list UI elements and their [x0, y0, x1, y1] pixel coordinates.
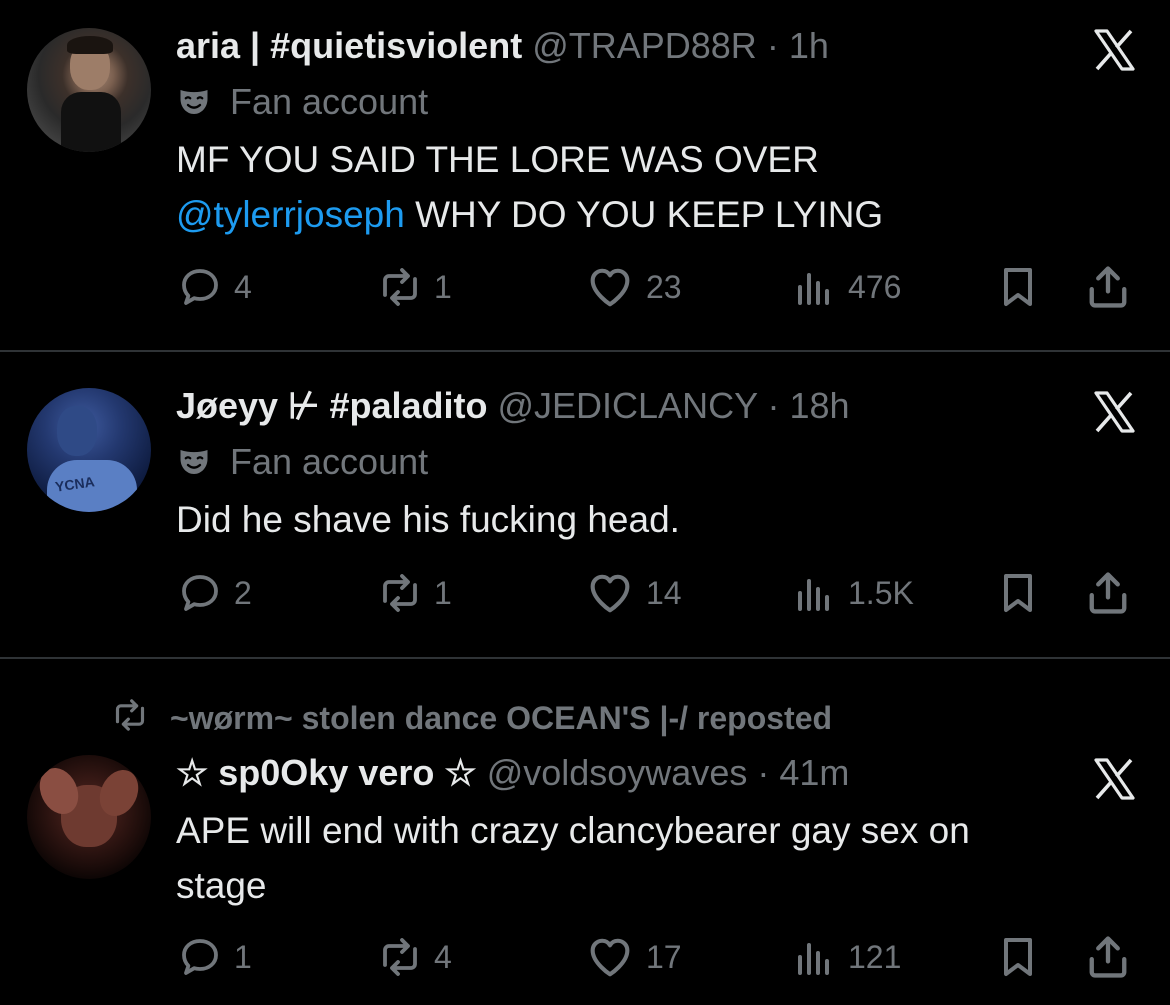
tweet-text: MF YOU SAID THE LORE WAS OVER @tylerrjos… — [176, 132, 1136, 242]
tweet-text: Did he shave his fucking head. — [176, 492, 1136, 547]
bookmark-button[interactable] — [994, 932, 1052, 982]
tweet-text-segment: WHY DO YOU KEEP LYING — [404, 194, 884, 235]
timestamp[interactable]: · 18h — [767, 385, 849, 426]
mask-icon — [176, 84, 212, 120]
bookmark-button[interactable] — [994, 262, 1052, 312]
repost-icon — [376, 933, 424, 981]
tweet[interactable]: aria | #quietisviolent @TRAPD88R · 1h Fa… — [0, 0, 1170, 350]
x-logo-icon[interactable] — [1088, 388, 1140, 436]
views-button[interactable]: 121 — [790, 932, 901, 982]
account-label: Fan account — [176, 80, 428, 124]
bookmark-icon — [994, 569, 1042, 617]
bookmark-button[interactable] — [994, 568, 1052, 618]
like-button[interactable]: 14 — [584, 568, 682, 618]
reply-button[interactable]: 2 — [176, 568, 252, 618]
tweet[interactable]: YCNA Jøeyy ⊬ #paladito @JEDICLANCY · 18h… — [0, 352, 1170, 657]
repost-context[interactable]: ~wørm~ stolen dance OCEAN'S |-/ reposted — [110, 695, 832, 738]
tweet-header: Jøeyy ⊬ #paladito @JEDICLANCY · 18h — [176, 384, 850, 428]
reply-count: 2 — [234, 574, 252, 611]
avatar[interactable] — [27, 755, 151, 879]
like-count: 14 — [646, 574, 682, 611]
tweet-header: aria | #quietisviolent @TRAPD88R · 1h — [176, 24, 829, 68]
views-icon — [790, 569, 838, 617]
share-button[interactable] — [1082, 262, 1144, 312]
repost-count: 4 — [434, 938, 452, 975]
reply-icon — [176, 933, 224, 981]
tweet-text: APE will end with crazy clancybearer gay… — [176, 803, 1136, 913]
reply-count: 4 — [234, 268, 252, 305]
repost-icon — [376, 263, 424, 311]
mention-link[interactable]: @tylerrjoseph — [176, 194, 405, 235]
tweet-text-line: APE will end with crazy clancybearer gay… — [176, 810, 970, 851]
display-name[interactable]: Jøeyy ⊬ #paladito — [176, 385, 487, 426]
repost-count: 1 — [434, 268, 452, 305]
share-button[interactable] — [1082, 932, 1144, 982]
account-label-text: Fan account — [230, 81, 429, 122]
x-logo-icon[interactable] — [1088, 755, 1140, 803]
display-name[interactable]: ☆ sp0Oky vero ☆ — [176, 752, 477, 793]
action-bar: 2 1 14 1.5K — [176, 568, 1136, 618]
timestamp[interactable]: · 41m — [757, 752, 849, 793]
tweet-header: ☆ sp0Oky vero ☆ @voldsoywaves · 41m — [176, 751, 849, 795]
reply-button[interactable]: 1 — [176, 932, 252, 982]
tweet-text-line: Did he shave his fucking head. — [176, 499, 680, 540]
like-button[interactable]: 17 — [584, 932, 682, 982]
views-button[interactable]: 476 — [790, 262, 901, 312]
reply-button[interactable]: 4 — [176, 262, 252, 312]
view-count: 1.5K — [848, 574, 914, 611]
tweet-text-line: MF YOU SAID THE LORE WAS OVER — [176, 139, 819, 180]
view-count: 476 — [848, 268, 902, 305]
reply-icon — [176, 569, 224, 617]
repost-button[interactable]: 1 — [376, 262, 452, 312]
repost-button[interactable]: 1 — [376, 568, 452, 618]
view-count: 121 — [848, 938, 902, 975]
tweet[interactable]: ~wørm~ stolen dance OCEAN'S |-/ reposted… — [0, 659, 1170, 1005]
heart-icon — [584, 261, 636, 313]
like-count: 17 — [646, 938, 682, 975]
reply-icon — [176, 263, 224, 311]
display-name[interactable]: aria | #quietisviolent — [176, 25, 522, 66]
like-button[interactable]: 23 — [584, 262, 682, 312]
action-bar: 4 1 23 476 — [176, 262, 1136, 312]
bookmark-icon — [994, 263, 1042, 311]
timestamp[interactable]: · 1h — [767, 25, 829, 66]
views-icon — [790, 933, 838, 981]
repost-icon — [110, 695, 150, 735]
mask-icon — [176, 444, 212, 480]
share-button[interactable] — [1082, 568, 1144, 618]
action-bar: 1 4 17 121 — [176, 932, 1136, 982]
avatar[interactable] — [27, 28, 151, 152]
user-handle[interactable]: @voldsoywaves — [487, 752, 748, 793]
views-icon — [790, 263, 838, 311]
repost-count: 1 — [434, 574, 452, 611]
bookmark-icon — [994, 933, 1042, 981]
repost-context-text: ~wørm~ stolen dance OCEAN'S |-/ reposted — [170, 700, 833, 736]
views-button[interactable]: 1.5K — [790, 568, 914, 618]
repost-icon — [376, 569, 424, 617]
user-handle[interactable]: @TRAPD88R — [532, 25, 757, 66]
avatar[interactable]: YCNA — [27, 388, 151, 512]
tweet-text-line: @tylerrjoseph WHY DO YOU KEEP LYING — [176, 187, 1136, 242]
heart-icon — [584, 567, 636, 619]
share-icon — [1082, 567, 1134, 619]
tweet-text-line: stage — [176, 865, 267, 906]
heart-icon — [584, 931, 636, 983]
share-icon — [1082, 931, 1134, 983]
share-icon — [1082, 261, 1134, 313]
user-handle[interactable]: @JEDICLANCY — [497, 385, 757, 426]
repost-button[interactable]: 4 — [376, 932, 452, 982]
x-logo-icon[interactable] — [1088, 26, 1140, 74]
like-count: 23 — [646, 268, 682, 305]
account-label-text: Fan account — [230, 441, 429, 482]
reply-count: 1 — [234, 938, 252, 975]
account-label: Fan account — [176, 440, 428, 484]
